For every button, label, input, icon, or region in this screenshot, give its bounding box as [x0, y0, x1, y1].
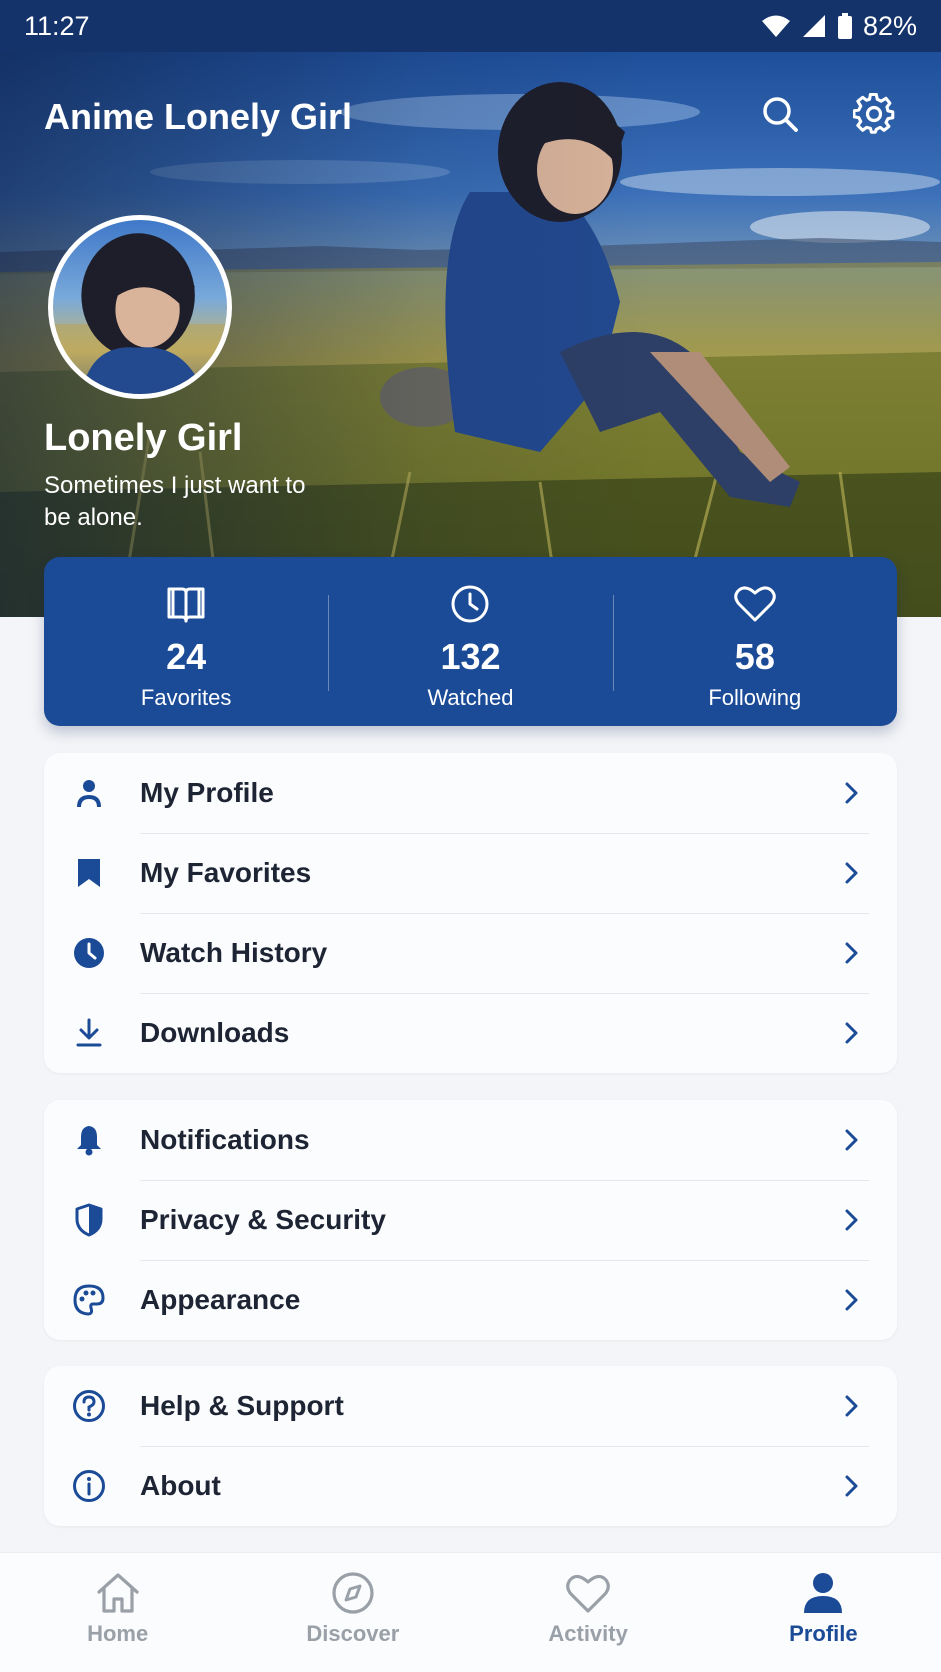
- chevron-right-icon: [837, 1205, 867, 1235]
- menu-item-label: About: [140, 1470, 221, 1501]
- chevron-right-icon: [837, 938, 867, 968]
- book-icon: [167, 587, 205, 623]
- history-clock-icon: [69, 933, 109, 973]
- chevron-right-icon: [837, 1471, 867, 1501]
- nav-activity[interactable]: Activity: [471, 1553, 706, 1672]
- status-bar: 11:27 82%: [0, 0, 941, 52]
- profile-icon: [804, 1573, 843, 1613]
- clock-icon: [451, 585, 489, 623]
- compass-icon: [332, 1572, 374, 1614]
- menu-item-appearance[interactable]: Appearance: [44, 1260, 897, 1340]
- nav-label: Activity: [548, 1621, 628, 1646]
- stat-favorites[interactable]: 24 Favorites: [44, 557, 328, 726]
- search-button[interactable]: [758, 92, 802, 136]
- menu-item-privacy-security[interactable]: Privacy & Security: [44, 1180, 897, 1260]
- menu-item-downloads[interactable]: Downloads: [44, 993, 897, 1073]
- menu-item-label: Help & Support: [140, 1390, 344, 1421]
- download-icon: [69, 1013, 109, 1053]
- bell-icon: [69, 1120, 109, 1160]
- chevron-right-icon: [837, 1285, 867, 1315]
- menu-item-help-support[interactable]: Help & Support: [44, 1366, 897, 1446]
- stat-label: Favorites: [140, 685, 232, 710]
- battery-icon: [837, 13, 853, 39]
- person-icon: [69, 773, 109, 813]
- menu-item-label: Appearance: [140, 1284, 301, 1315]
- menu-item-my-profile[interactable]: My Profile: [44, 753, 897, 833]
- avatar[interactable]: [48, 215, 232, 399]
- wifi-icon: [761, 14, 791, 38]
- nav-label: Discover: [306, 1621, 400, 1646]
- signal-icon: [801, 14, 827, 38]
- heart-outline-icon: [566, 1574, 610, 1613]
- stat-label: Following: [708, 685, 802, 710]
- app-title: Anime Lonely Girl: [44, 96, 353, 137]
- stat-label: Watched: [427, 685, 514, 710]
- bookmark-icon: [69, 853, 109, 893]
- status-icons: 82%: [761, 11, 917, 42]
- stat-value: 132: [440, 636, 501, 677]
- chevron-right-icon: [837, 858, 867, 888]
- chevron-right-icon: [837, 1018, 867, 1048]
- status-time: 11:27: [24, 10, 90, 41]
- heart-icon: [734, 586, 776, 622]
- avatar-image: [53, 233, 227, 394]
- profile-name: Lonely Girl: [44, 417, 243, 459]
- menu-item-label: Downloads: [140, 1017, 290, 1048]
- chevron-right-icon: [837, 778, 867, 808]
- chevron-right-icon: [837, 1125, 867, 1155]
- menu-group-account: My Profile My Favorites Watch History Do…: [44, 753, 897, 1073]
- search-icon: [763, 97, 798, 132]
- nav-label: Profile: [789, 1621, 858, 1646]
- bottom-navigation: Home Discover Activity Profile: [0, 1552, 941, 1672]
- settings-button[interactable]: [852, 92, 896, 136]
- chevron-right-icon: [837, 1391, 867, 1421]
- shield-icon: [69, 1200, 109, 1240]
- stat-watched[interactable]: 132 Watched: [328, 557, 612, 726]
- info-icon: [69, 1466, 109, 1506]
- menu-item-my-favorites[interactable]: My Favorites: [44, 833, 897, 913]
- help-icon: [69, 1386, 109, 1426]
- menu-item-label: My Favorites: [140, 857, 312, 888]
- stat-following[interactable]: 58 Following: [612, 557, 897, 726]
- nav-home[interactable]: Home: [0, 1553, 235, 1672]
- menu-item-label: Watch History: [140, 937, 328, 968]
- palette-icon: [69, 1280, 109, 1320]
- menu-item-about[interactable]: About: [44, 1446, 897, 1526]
- menu-group-preferences: Notifications Privacy & Security Appeara…: [44, 1100, 897, 1340]
- battery-percent: 82%: [862, 10, 917, 41]
- nav-label: Home: [87, 1621, 149, 1646]
- menu-group-support: Help & Support About: [44, 1366, 897, 1526]
- menu-item-label: My Profile: [140, 777, 274, 808]
- menu-item-label: Notifications: [140, 1124, 310, 1155]
- nav-profile[interactable]: Profile: [706, 1553, 941, 1672]
- menu-item-notifications[interactable]: Notifications: [44, 1100, 897, 1180]
- menu-item-label: Privacy & Security: [140, 1204, 386, 1235]
- nav-discover[interactable]: Discover: [235, 1553, 470, 1672]
- stat-value: 58: [734, 636, 775, 677]
- stat-value: 24: [166, 636, 207, 677]
- menu-item-watch-history[interactable]: Watch History: [44, 913, 897, 993]
- home-icon: [97, 1573, 139, 1613]
- gear-icon: [853, 93, 895, 134]
- stats-card: 24 Favorites 132 Watched 58 Following: [44, 557, 897, 726]
- profile-bio: Sometimes I just want to be alone.: [44, 472, 306, 531]
